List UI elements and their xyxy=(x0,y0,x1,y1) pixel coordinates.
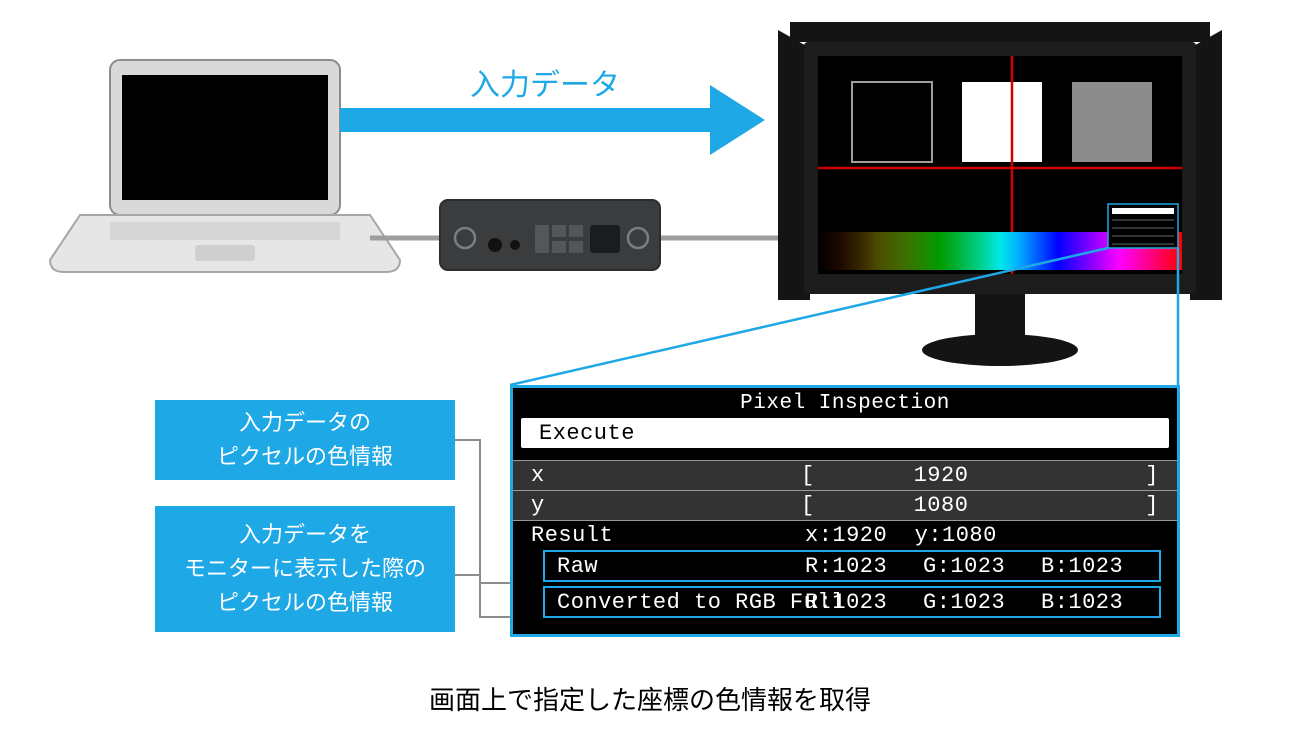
converted-result-row: Converted to RGB Full R:1023 G:1023 B:10… xyxy=(543,586,1161,618)
conv-g-value: G:1023 xyxy=(923,590,1041,615)
diagram-caption: 画面上で指定した座標の色情報を取得 xyxy=(300,680,1000,717)
result-row: Result x:1920 y:1080 xyxy=(513,520,1177,550)
osd-title: Pixel Inspection xyxy=(513,388,1177,418)
y-value: 1080 xyxy=(841,493,1041,518)
converted-label: Converted to RGB Full xyxy=(557,590,805,615)
monitor-icon xyxy=(778,22,1222,366)
raw-r-value: R:1023 xyxy=(805,554,923,579)
label-line: 入力データを xyxy=(163,518,447,552)
x-value: 1920 xyxy=(841,463,1041,488)
raw-g-value: G:1023 xyxy=(923,554,1041,579)
label-line: ピクセルの色情報 xyxy=(163,440,447,474)
input-data-label: 入力データ xyxy=(380,60,710,104)
x-row[interactable]: x [ 1920 ] xyxy=(513,460,1177,490)
conv-b-value: B:1023 xyxy=(1041,590,1123,615)
y-label: y xyxy=(531,493,801,518)
raw-data-label-box: 入力データの ピクセルの色情報 xyxy=(155,400,455,480)
label-line: ピクセルの色情報 xyxy=(163,586,447,620)
converter-box-icon xyxy=(440,200,660,270)
laptop-icon xyxy=(50,60,400,272)
bracket-icon: [ xyxy=(801,463,841,488)
label-line: 入力データの xyxy=(163,406,447,440)
raw-label: Raw xyxy=(557,554,805,579)
raw-b-value: B:1023 xyxy=(1041,554,1123,579)
x-label: x xyxy=(531,463,801,488)
bracket-icon: [ xyxy=(801,493,841,518)
bracket-icon: ] xyxy=(1041,493,1159,518)
bracket-icon: ] xyxy=(1041,463,1159,488)
execute-button[interactable]: Execute xyxy=(521,418,1169,448)
result-label: Result xyxy=(531,523,805,548)
converted-data-label-box: 入力データを モニターに表示した際の ピクセルの色情報 xyxy=(155,506,455,632)
label-line: モニターに表示した際の xyxy=(163,552,447,586)
result-coords: x:1920 y:1080 xyxy=(805,523,997,548)
pixel-inspection-osd: Pixel Inspection Execute x [ 1920 ] y [ … xyxy=(510,385,1180,637)
raw-result-row: Raw R:1023 G:1023 B:1023 xyxy=(543,550,1161,582)
y-row[interactable]: y [ 1080 ] xyxy=(513,490,1177,520)
conv-r-value: R:1023 xyxy=(805,590,923,615)
